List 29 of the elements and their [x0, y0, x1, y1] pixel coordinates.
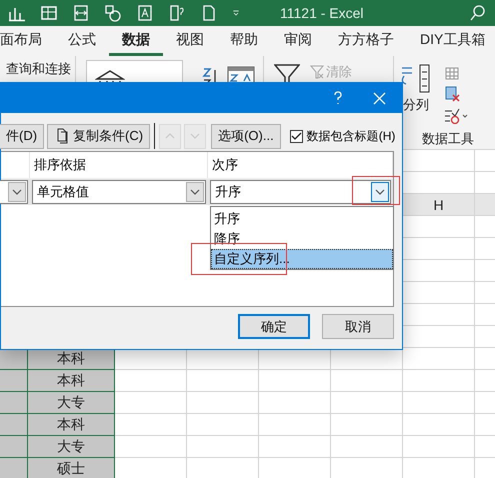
options-button[interactable]: 选项(O)... [211, 124, 281, 148]
window-title: 11121 - Excel [280, 5, 364, 21]
delete-level-button[interactable]: 件(D) [0, 124, 44, 148]
table-cell: 大专 [28, 392, 115, 414]
ok-button[interactable]: 确定 [238, 314, 310, 339]
ribbon-tab[interactable]: 公式 [55, 26, 109, 56]
sort-on-dropdown[interactable]: 单元格值 [32, 180, 206, 204]
split-label[interactable]: 分列 [403, 96, 429, 114]
table-cell: 硕士 [28, 458, 115, 478]
table-cell: 大专 [28, 436, 115, 458]
group-label: 数据工具 [422, 130, 474, 148]
column-heading: 次序 [212, 156, 238, 174]
order-dropdown[interactable]: 升序 [210, 180, 391, 204]
queries-connections-label[interactable]: 查询和连接 [6, 60, 71, 78]
table-cell: 本科 [28, 348, 115, 370]
ribbon-tab[interactable]: DIY工具箱 [407, 26, 495, 56]
column-header[interactable]: H [403, 194, 475, 216]
copy-level-button[interactable]: 复制条件(C) [47, 124, 150, 148]
ribbon-tab[interactable]: 方方格子 [325, 26, 407, 56]
ribbon-tab[interactable]: 审阅 [271, 26, 325, 56]
column-heading: 排序依据 [34, 156, 86, 174]
table-cell: 本科 [28, 414, 115, 436]
cancel-button[interactable]: 取消 [322, 314, 394, 339]
dropdown-option[interactable]: 自定义序列... [211, 249, 393, 269]
ribbon-tab[interactable]: 帮助 [217, 26, 271, 56]
header-checkbox[interactable]: 数据包含标题(H) [290, 128, 396, 144]
table-cell: 本科 [28, 370, 115, 392]
ribbon-tab[interactable]: 视图 [163, 26, 217, 56]
ribbon-tab[interactable]: 面布局 [0, 26, 55, 56]
